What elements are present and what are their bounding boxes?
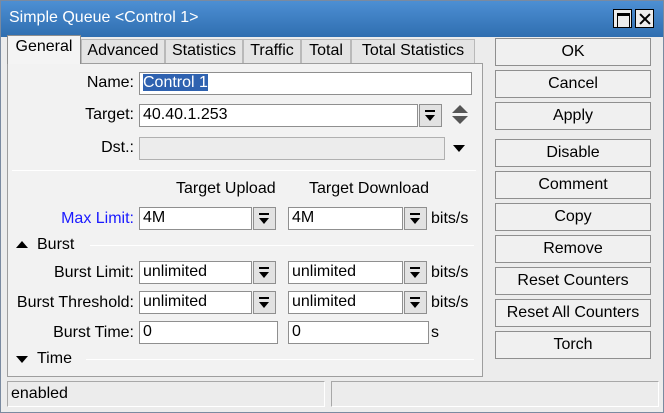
name-value: Control 1 xyxy=(142,73,209,92)
max-limit-label[interactable]: Max Limit: xyxy=(18,210,134,228)
burst-limit-unit: bits/s xyxy=(431,264,469,281)
burst-time-upload-input[interactable]: 0 xyxy=(139,321,278,344)
download-column-header: Target Download xyxy=(309,180,430,197)
burst-limit-upload-input[interactable]: unlimited xyxy=(139,261,252,284)
time-section-line xyxy=(86,359,474,360)
tab-total-statistics[interactable]: Total Statistics xyxy=(351,39,475,63)
simple-queue-window: Simple Queue <Control 1> General Advance… xyxy=(0,0,664,413)
max-limit-upload-dropdown-icon[interactable] xyxy=(253,207,276,230)
expand-icon[interactable] xyxy=(16,356,28,363)
general-panel: Name: Control 1 Target: 40.40.1.253 Dst.… xyxy=(7,63,483,377)
tab-statistics[interactable]: Statistics xyxy=(165,39,243,63)
separator xyxy=(12,170,476,171)
tab-traffic[interactable]: Traffic xyxy=(243,39,301,63)
burst-time-unit: s xyxy=(431,324,439,341)
burst-threshold-download-dropdown-icon[interactable] xyxy=(404,291,427,314)
burst-threshold-download-input[interactable]: unlimited xyxy=(288,291,403,314)
maximize-icon[interactable] xyxy=(613,9,632,28)
upload-column-header: Target Upload xyxy=(176,180,276,197)
target-label: Target: xyxy=(85,106,134,123)
torch-button[interactable]: Torch xyxy=(495,331,651,359)
close-icon[interactable] xyxy=(635,9,654,28)
status-bar: enabled xyxy=(7,381,659,407)
time-section-title: Time xyxy=(37,350,72,367)
tab-general[interactable]: General xyxy=(7,35,81,64)
burst-section-header[interactable]: Burst xyxy=(8,236,478,254)
burst-section-title: Burst xyxy=(37,236,75,253)
max-limit-download-dropdown-icon[interactable] xyxy=(404,207,427,230)
copy-button[interactable]: Copy xyxy=(495,203,651,231)
title-bar[interactable]: Simple Queue <Control 1> xyxy=(1,1,663,37)
dst-input[interactable] xyxy=(139,137,445,160)
status-extra xyxy=(331,381,659,407)
target-input[interactable]: 40.40.1.253 xyxy=(139,104,418,127)
tab-advanced[interactable]: Advanced xyxy=(81,39,165,63)
reset-counters-button[interactable]: Reset Counters xyxy=(495,267,651,295)
dst-label: Dst.: xyxy=(101,139,134,156)
dst-dropdown-icon[interactable] xyxy=(453,145,465,152)
max-limit-upload-input[interactable]: 4M xyxy=(139,207,252,230)
burst-threshold-upload-dropdown-icon[interactable] xyxy=(253,291,276,314)
remove-button[interactable]: Remove xyxy=(495,235,651,263)
reset-all-counters-button[interactable]: Reset All Counters xyxy=(495,299,651,327)
max-limit-download-input[interactable]: 4M xyxy=(288,207,403,230)
burst-threshold-label: Burst Threshold: xyxy=(16,294,134,311)
cancel-button[interactable]: Cancel xyxy=(495,70,651,98)
burst-section-line xyxy=(90,245,474,246)
target-up-down-icon[interactable] xyxy=(452,105,470,125)
burst-limit-download-input[interactable]: unlimited xyxy=(288,261,403,284)
status-text: enabled xyxy=(7,381,325,407)
burst-threshold-upload-input[interactable]: unlimited xyxy=(139,291,252,314)
target-dropdown-icon[interactable] xyxy=(419,104,442,127)
burst-time-label: Burst Time: xyxy=(53,324,134,341)
ok-button[interactable]: OK xyxy=(495,38,651,66)
burst-limit-label: Burst Limit: xyxy=(53,264,134,281)
burst-limit-download-dropdown-icon[interactable] xyxy=(404,261,427,284)
max-limit-unit: bits/s xyxy=(431,210,469,227)
name-input[interactable]: Control 1 xyxy=(139,72,472,95)
comment-button[interactable]: Comment xyxy=(495,171,651,199)
tab-total[interactable]: Total xyxy=(301,39,351,63)
burst-time-download-input[interactable]: 0 xyxy=(288,321,429,344)
apply-button[interactable]: Apply xyxy=(495,102,651,130)
disable-button[interactable]: Disable xyxy=(495,139,651,167)
window-title: Simple Queue <Control 1> xyxy=(9,9,199,26)
name-label: Name: xyxy=(86,74,134,91)
burst-threshold-unit: bits/s xyxy=(431,294,469,311)
burst-limit-upload-dropdown-icon[interactable] xyxy=(253,261,276,284)
time-section-header[interactable]: Time xyxy=(8,350,478,368)
collapse-icon[interactable] xyxy=(16,241,28,248)
